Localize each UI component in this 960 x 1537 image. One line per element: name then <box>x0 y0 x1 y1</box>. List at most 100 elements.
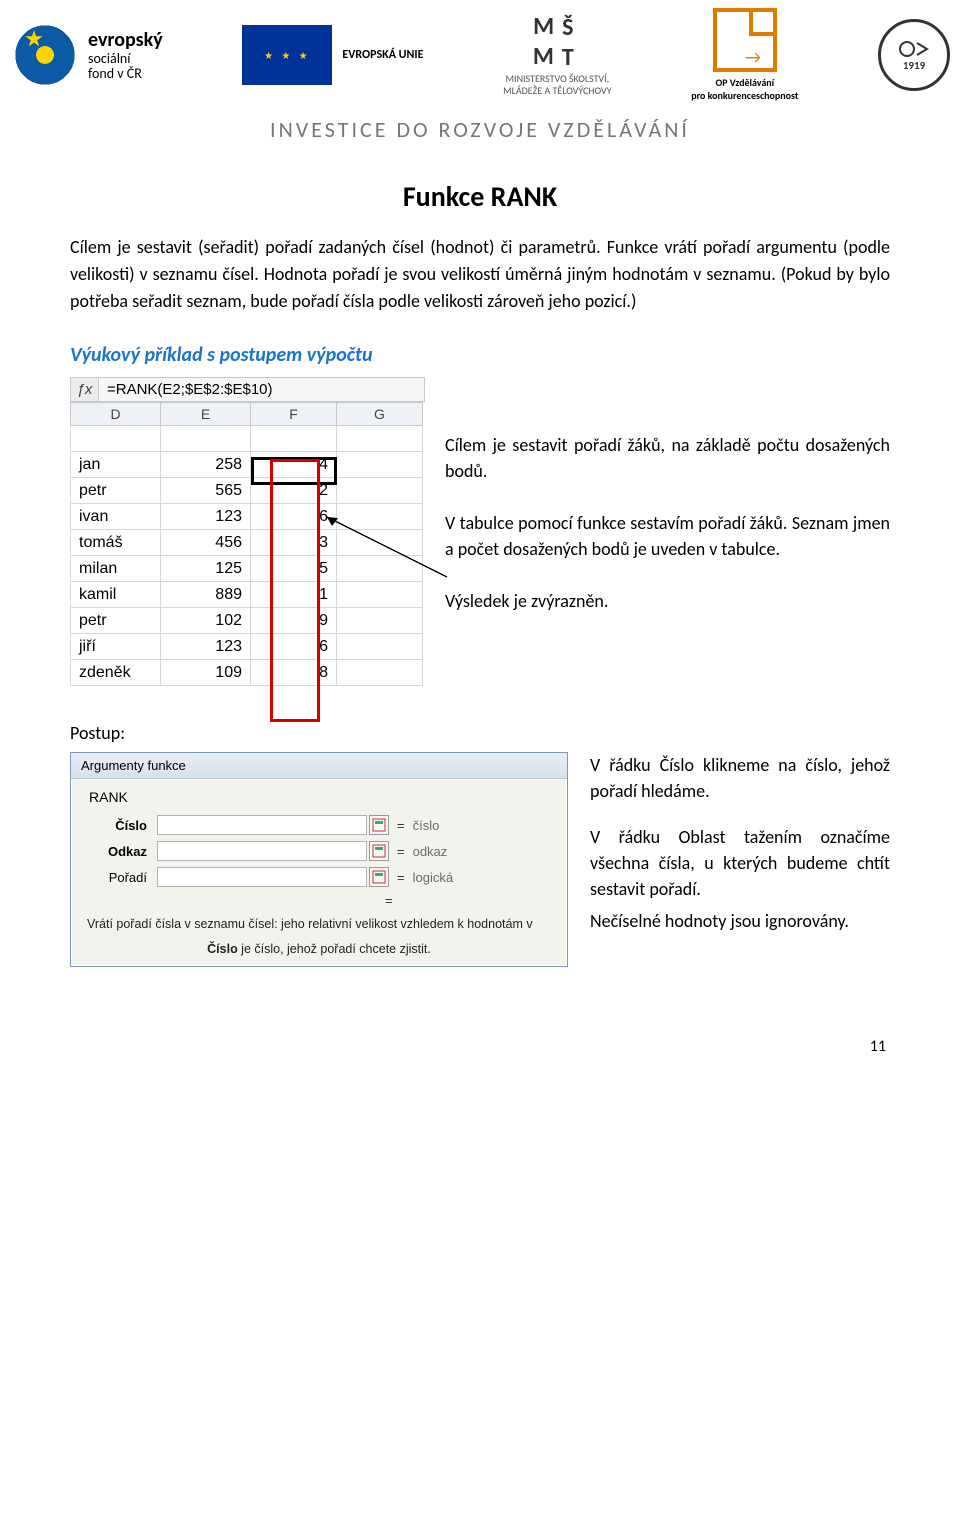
cell-rank[interactable]: 6 <box>251 634 337 660</box>
eu-flag-icon: ★ ★ ★ <box>242 25 332 85</box>
arg-hint: logická <box>413 870 453 885</box>
table-row[interactable]: kamil8891 <box>71 582 423 608</box>
cell-name[interactable]: petr <box>71 478 161 504</box>
dialog-arg-row: Číslo = číslo <box>87 815 551 835</box>
cell-rank[interactable]: 4 <box>251 452 337 478</box>
dialog-result: = <box>87 893 551 908</box>
formula-bar: ƒx =RANK(E2;$E$2:$E$10) <box>70 377 425 402</box>
equals-sign: = <box>397 870 405 885</box>
cell-rank[interactable]: 5 <box>251 556 337 582</box>
cell-points[interactable]: 123 <box>161 634 251 660</box>
cell-points[interactable]: 123 <box>161 504 251 530</box>
table-row[interactable]: petr5652 <box>71 478 423 504</box>
cell-points[interactable]: 102 <box>161 608 251 634</box>
procedure-p3: Nečíselné hodnoty jsou ignorovány. <box>590 908 890 934</box>
col-header-g[interactable]: G <box>337 403 423 426</box>
equals-sign: = <box>397 818 405 833</box>
arg-input[interactable] <box>157 867 367 887</box>
side-p1: Cílem je sestavit pořadí žáků, na základ… <box>445 432 890 484</box>
arg-label: Odkaz <box>87 844 157 859</box>
arg-hint: odkaz <box>413 844 448 859</box>
dialog-function-name: RANK <box>87 789 551 805</box>
cell-name[interactable]: kamil <box>71 582 161 608</box>
slogan: INVESTICE DO ROZVOJE VZDĚLÁVÁNÍ <box>0 110 960 161</box>
opvk-line2: pro konkurenceschopnost <box>691 89 798 102</box>
example-heading: Výukový příklad s postupem výpočtu <box>70 343 890 367</box>
table-row[interactable]: tomáš4563 <box>71 530 423 556</box>
cell-name[interactable]: milan <box>71 556 161 582</box>
col-header-e[interactable]: E <box>161 403 251 426</box>
school-year: 1919 <box>903 59 925 72</box>
arg-input[interactable] <box>157 815 367 835</box>
fx-icon[interactable]: ƒx <box>71 378 99 401</box>
table-row[interactable]: ivan1236 <box>71 504 423 530</box>
cell-empty[interactable] <box>337 478 423 504</box>
msmt-line2: MLÁDEŽE A TĚLOVÝCHOVY <box>503 85 611 97</box>
table-row[interactable]: petr1029 <box>71 608 423 634</box>
msmt-line1: MINISTERSTVO ŠKOLSTVÍ, <box>503 73 611 85</box>
cell-rank[interactable]: 6 <box>251 504 337 530</box>
cell-points[interactable]: 456 <box>161 530 251 556</box>
table-row[interactable]: milan1255 <box>71 556 423 582</box>
esf-swirl-icon <box>10 20 80 90</box>
side-explanation: Cílem je sestavit pořadí žáků, na základ… <box>445 402 890 640</box>
cell-empty[interactable] <box>337 452 423 478</box>
cell-rank[interactable]: 1 <box>251 582 337 608</box>
arg-label: Číslo <box>87 818 157 833</box>
sheet-table[interactable]: D E F G jan2584petr5652ivan1236tomáš4563… <box>70 402 423 686</box>
table-row[interactable]: jan2584 <box>71 452 423 478</box>
cell-rank[interactable]: 2 <box>251 478 337 504</box>
cell-empty[interactable] <box>337 530 423 556</box>
range-picker-button[interactable] <box>369 867 389 887</box>
cell-name[interactable]: tomáš <box>71 530 161 556</box>
procedure-heading: Postup: <box>70 722 890 744</box>
cell-rank[interactable]: 3 <box>251 530 337 556</box>
table-row[interactable] <box>71 426 423 452</box>
cell-points[interactable]: 109 <box>161 660 251 686</box>
cell-name[interactable]: petr <box>71 608 161 634</box>
cell-points[interactable]: 258 <box>161 452 251 478</box>
arg-label: Pořadí <box>87 870 157 885</box>
table-row[interactable]: zdeněk1098 <box>71 660 423 686</box>
esf-line2: sociální <box>88 51 163 66</box>
col-header-d[interactable]: D <box>71 403 161 426</box>
range-picker-button[interactable] <box>369 815 389 835</box>
cell-rank[interactable]: 8 <box>251 660 337 686</box>
table-row[interactable]: jiří1236 <box>71 634 423 660</box>
cell-empty[interactable] <box>337 608 423 634</box>
cell-points[interactable]: 125 <box>161 556 251 582</box>
dialog-titlebar[interactable]: Argumenty funkce <box>71 753 567 779</box>
cell-empty[interactable] <box>337 504 423 530</box>
cell-points[interactable]: 889 <box>161 582 251 608</box>
logo-msmt: MŠMT MINISTERSTVO ŠKOLSTVÍ, MLÁDEŽE A TĚ… <box>503 13 611 96</box>
spreadsheet: D E F G jan2584petr5652ivan1236tomáš4563… <box>70 402 423 686</box>
range-picker-button[interactable] <box>369 841 389 861</box>
cell-name[interactable]: zdeněk <box>71 660 161 686</box>
procedure-p2: V řádku Oblast tažením označíme všechna … <box>590 824 890 902</box>
cell-points[interactable]: 565 <box>161 478 251 504</box>
formula-text[interactable]: =RANK(E2;$E$2:$E$10) <box>99 378 281 401</box>
arg-hint: číslo <box>413 818 440 833</box>
cell-empty[interactable] <box>337 582 423 608</box>
side-p3: Výsledek je zvýrazněn. <box>445 588 890 614</box>
cell-empty[interactable] <box>337 660 423 686</box>
cell-name[interactable]: jiří <box>71 634 161 660</box>
cell-empty[interactable] <box>337 634 423 660</box>
cell-rank[interactable]: 9 <box>251 608 337 634</box>
dialog-arg-help-text: je číslo, jehož pořadí chcete zjistit. <box>238 942 431 956</box>
cell-name[interactable]: ivan <box>71 504 161 530</box>
esf-text: evropský sociální fond v ČR <box>88 29 163 82</box>
logo-esf: evropský sociální fond v ČR <box>10 20 163 90</box>
gear-icon <box>897 39 931 59</box>
function-arguments-dialog: Argumenty funkce RANK Číslo = číslo Odkaz = o… <box>70 752 568 967</box>
dialog-description: Vrátí pořadí čísla v seznamu čísel: jeho… <box>87 916 551 932</box>
eu-label: EVROPSKÁ UNIE <box>342 48 423 62</box>
cell-name[interactable]: jan <box>71 452 161 478</box>
opvk-line1: OP Vzdělávání <box>715 76 774 89</box>
cell-empty[interactable] <box>337 556 423 582</box>
header-logos: evropský sociální fond v ČR ★ ★ ★ EVROPS… <box>0 0 960 110</box>
arg-input[interactable] <box>157 841 367 861</box>
col-header-f[interactable]: F <box>251 403 337 426</box>
page-number: 11 <box>70 1037 890 1056</box>
school-emblem-icon: 1919 <box>878 19 950 91</box>
